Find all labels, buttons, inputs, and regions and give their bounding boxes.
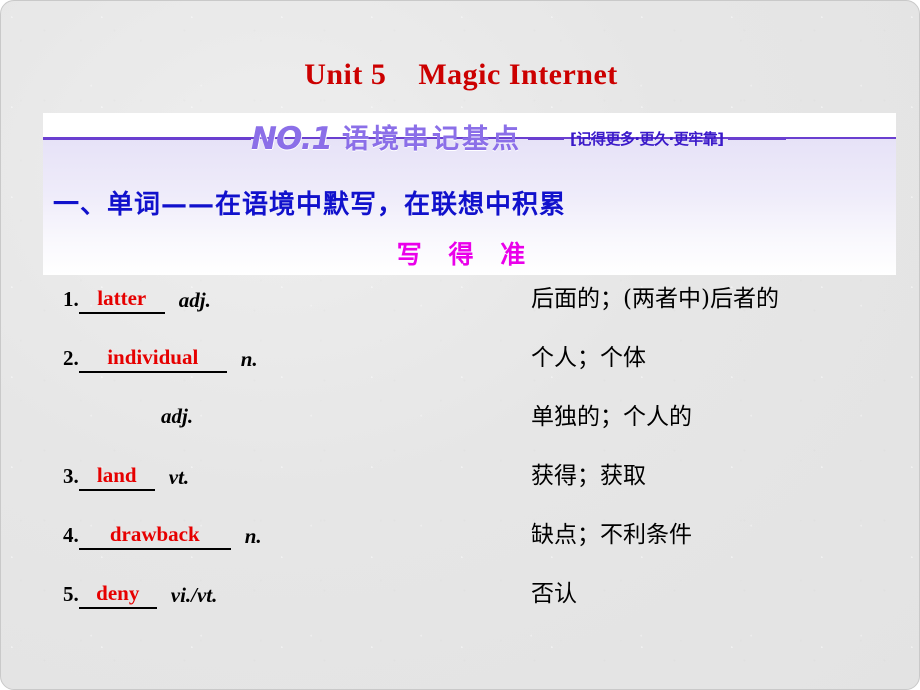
word-meaning: 缺点；不利条件 (531, 522, 692, 548)
word-list: 1. latter adj. 后面的；(两者中)后者的 2. individua… (1, 284, 919, 638)
word-pos: n. (240, 347, 258, 371)
word-meaning: 单独的；个人的 (531, 404, 692, 430)
banner-title: 语境串记基点 (341, 123, 522, 155)
word-pos: adj. (178, 288, 211, 312)
word-pos: adj. (161, 404, 194, 428)
word-row: adj. 单独的；个人的 (1, 402, 919, 461)
word-pos: n. (244, 524, 262, 548)
banner-rule-left (43, 138, 251, 140)
word-entry: 2. individual n. (63, 343, 258, 373)
sub-heading: 写 得 准 (396, 240, 535, 269)
word-entry: 4. drawback n. (63, 520, 262, 550)
word-index: 3. (63, 464, 79, 488)
word-index: 2. (63, 346, 79, 370)
word-meaning: 否认 (531, 581, 577, 607)
word-row: 2. individual n. 个人；个体 (1, 343, 919, 402)
word-row: 1. latter adj. 后面的；(两者中)后者的 (1, 284, 919, 343)
word-blank[interactable]: individual (78, 343, 227, 373)
word-pos: vt. (168, 465, 190, 489)
word-row: 5. deny vi./vt. 否认 (1, 579, 919, 638)
word-entry: 3. land vt. (63, 461, 189, 491)
banner: NO.1 语境串记基点 [记得更多·更久·更牢靠] (1, 115, 919, 163)
slide-canvas: Unit 5 Magic Internet NO.1 语境串记基点 [记得更多·… (0, 0, 920, 690)
word-pos: vi./vt. (170, 583, 218, 607)
word-meaning: 后面的；(两者中)后者的 (531, 286, 779, 312)
word-row: 4. drawback n. 缺点；不利条件 (1, 520, 919, 579)
word-blank[interactable]: latter (78, 284, 165, 314)
word-entry: 5. deny vi./vt. (63, 579, 217, 609)
banner-rule-middle (527, 138, 564, 140)
word-index: 5. (63, 582, 79, 606)
word-blank[interactable]: land (78, 461, 155, 491)
word-index: 4. (63, 523, 79, 547)
word-entry: 1. latter adj. (63, 284, 211, 314)
word-blank[interactable]: deny (78, 579, 157, 609)
banner-tagline: [记得更多·更久·更牢靠] (569, 129, 724, 148)
word-meaning: 获得；获取 (531, 463, 646, 489)
word-index: 1. (63, 287, 79, 311)
word-blank[interactable]: drawback (78, 520, 231, 550)
banner-no-label: NO.1 (251, 120, 333, 157)
section-heading: 一、单词——在语境中默写，在联想中积累 (53, 190, 567, 220)
page-title: Unit 5 Magic Internet (304, 58, 618, 91)
word-entry: adj. (161, 402, 193, 430)
word-meaning: 个人；个体 (531, 345, 646, 371)
banner-rule-right (727, 138, 786, 140)
word-row: 3. land vt. 获得；获取 (1, 461, 919, 520)
